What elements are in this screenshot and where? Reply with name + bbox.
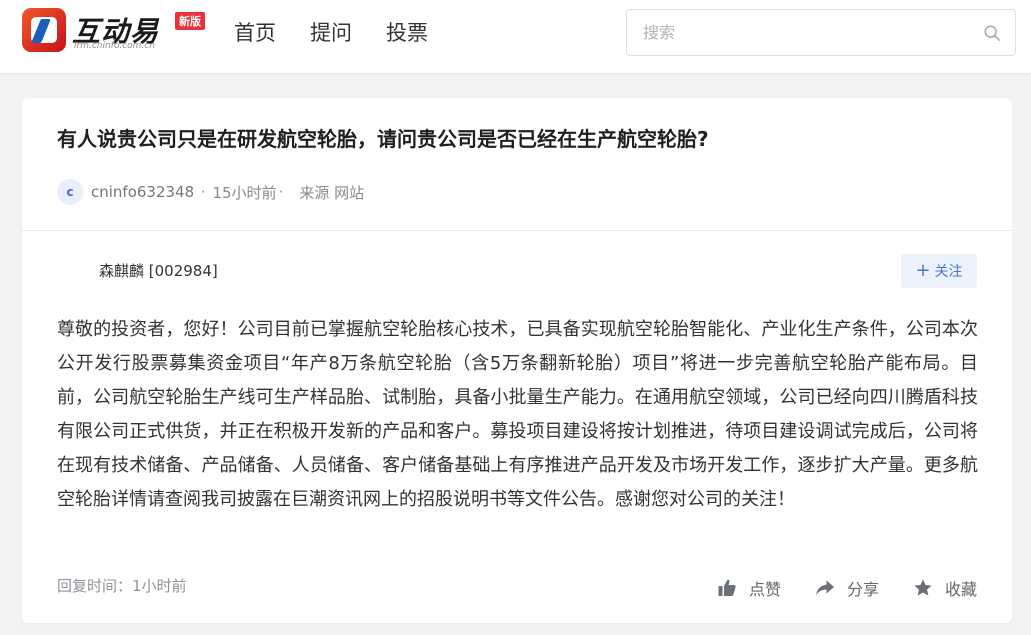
search-input[interactable] [643,10,973,55]
share-button[interactable]: 分享 [815,576,879,600]
search-box [626,9,1016,56]
favorite-label: 收藏 [944,580,977,599]
follow-label: 关注 [934,264,963,280]
answer-company[interactable]: 森麒麟 [002984] [99,260,218,281]
like-button[interactable]: 点赞 [717,576,781,600]
site-logo[interactable]: 互动易 irm.cninfo.com.cn 新版 [22,8,217,56]
thumbs-up-icon [718,579,736,596]
question-title[interactable]: 有人说贵公司只是在研发航空轮胎，请问贵公司是否已经在生产航空轮胎? [57,124,709,154]
avatar[interactable]: c [57,179,83,205]
nav-item-vote[interactable]: 投票 [386,18,428,48]
question-user[interactable]: cninfo632348 [91,183,194,201]
nav-item-ask[interactable]: 提问 [310,18,352,48]
answer-actions: 点赞 分享 收藏 [717,576,977,600]
top-header: 互动易 irm.cninfo.com.cn 新版 首页 提问 投票 [0,0,1031,73]
answer-text: 尊敬的投资者，您好！公司目前已掌握航空轮胎核心技术，已具备实现航空轮胎智能化、产… [57,319,978,510]
star-icon [914,579,932,596]
share-icon [816,580,834,596]
question-card: 有人说贵公司只是在研发航空轮胎，请问贵公司是否已经在生产航空轮胎? c cnin… [22,98,1012,623]
meta-separator: · [196,183,211,201]
question-time: 15小时前 [212,183,277,202]
question-source: 来源 网站 [299,183,365,202]
like-label: 点赞 [748,580,781,599]
share-label: 分享 [846,580,879,599]
new-version-badge: 新版 [175,12,205,30]
nav-item-home[interactable]: 首页 [234,18,276,48]
plus-icon: + [915,260,931,281]
logo-mark-icon [22,8,66,52]
search-icon[interactable] [983,24,1001,42]
main-nav: 首页 提问 投票 [234,18,428,48]
favorite-button[interactable]: 收藏 [913,576,977,600]
reply-time: 回复时间：1小时前 [57,577,187,595]
follow-button[interactable]: + 关注 [901,254,977,288]
logo-subtitle: irm.cninfo.com.cn [74,41,155,51]
divider [22,230,1012,231]
meta-separator: · [278,183,284,201]
question-meta: c cninfo632348 · 15小时前 · 来源 网站 [57,178,364,206]
